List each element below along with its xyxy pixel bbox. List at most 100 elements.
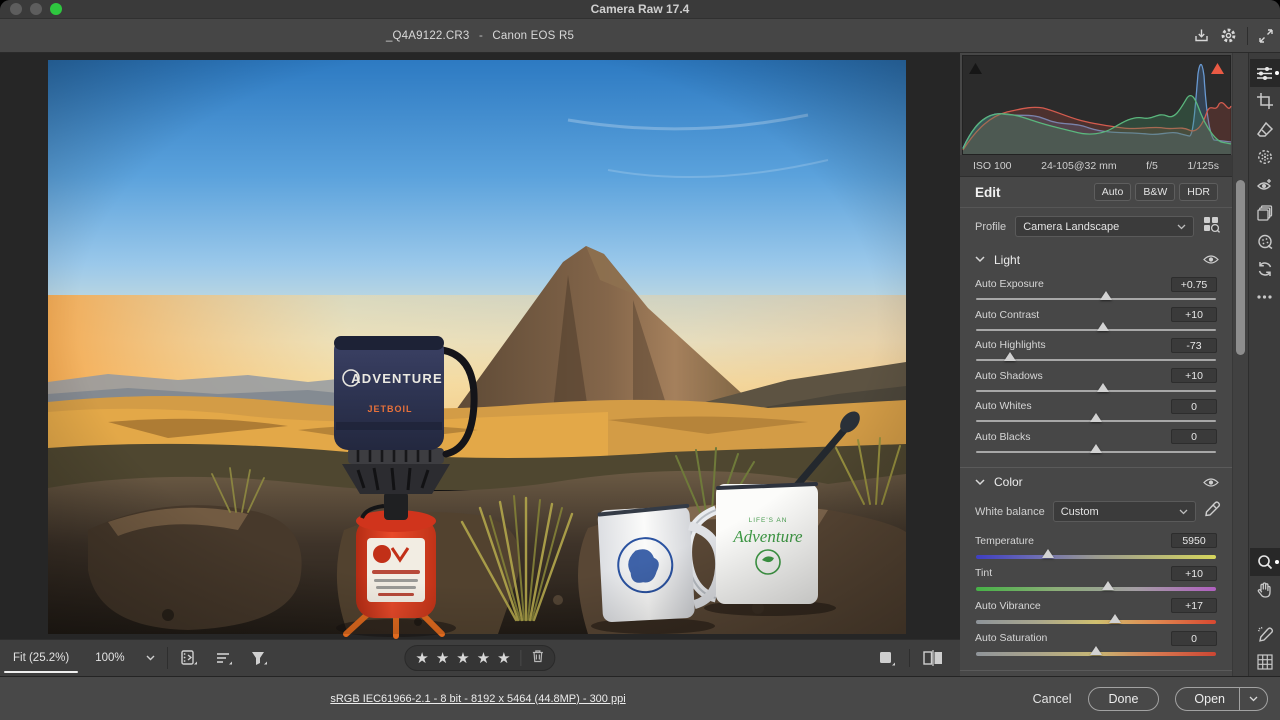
star-icon[interactable]: ★: [415, 651, 428, 666]
cancel-button[interactable]: Cancel: [1033, 692, 1072, 706]
open-options-chevron-icon[interactable]: [1239, 687, 1267, 710]
before-after-icon[interactable]: [914, 650, 952, 666]
scrollbar-thumb[interactable]: [1236, 180, 1245, 355]
zoom-100-tab[interactable]: 100%: [82, 640, 137, 676]
settings-gear-icon[interactable]: [1220, 27, 1237, 44]
slider-track[interactable]: [976, 321, 1216, 331]
slider-track[interactable]: [976, 352, 1216, 362]
filename: _Q4A9122.CR3: [385, 29, 470, 42]
slider-thumb[interactable]: [1099, 291, 1112, 300]
star-icon[interactable]: ★: [436, 651, 449, 666]
healing-tool-button[interactable]: [1250, 115, 1280, 143]
slider-value[interactable]: +10: [1171, 307, 1217, 323]
white-balance-label: White balance: [975, 505, 1045, 518]
photo-scene: ADVENTURE JETBOIL: [48, 60, 906, 639]
slider-thumb[interactable]: [1097, 321, 1110, 331]
slider-track[interactable]: [976, 646, 1216, 657]
edit-panel-title: Edit: [975, 184, 1001, 200]
crop-tool-button[interactable]: [1250, 87, 1280, 115]
slider-value[interactable]: 0: [1171, 429, 1217, 445]
panel-scrollbar[interactable]: [1232, 53, 1248, 676]
filmstrip-toggle-icon[interactable]: [172, 640, 207, 676]
slider-label: Auto Vibrance: [975, 599, 1041, 612]
slider-track[interactable]: [976, 548, 1216, 559]
slider-value[interactable]: -73: [1171, 337, 1217, 353]
auto-button[interactable]: Auto: [1093, 183, 1132, 201]
star-rating: ★ ★ ★ ★ ★: [404, 645, 556, 671]
star-icon[interactable]: ★: [456, 651, 469, 666]
sync-tool-button[interactable]: [1250, 255, 1280, 283]
exif-bar: ISO 100 24-105@32 mm f/5 1/125s: [960, 155, 1232, 177]
hdr-button[interactable]: HDR: [1179, 183, 1218, 201]
workflow-options-link[interactable]: sRGB IEC61966-2.1 - 8 bit - 8192 x 5464 …: [48, 693, 908, 705]
color-section-title[interactable]: Color: [994, 475, 1194, 489]
light-visibility-eye-icon[interactable]: [1203, 254, 1219, 265]
open-button[interactable]: Open: [1175, 686, 1268, 711]
white-balance-eyedropper-icon[interactable]: [1204, 501, 1221, 522]
exif-aperture: f/5: [1146, 159, 1158, 172]
trash-icon[interactable]: [532, 649, 545, 668]
shadow-clipping-icon[interactable]: [969, 61, 982, 79]
photo-preview[interactable]: ADVENTURE JETBOIL: [48, 60, 906, 639]
slider-label: Auto Highlights: [975, 339, 1046, 352]
slider-value[interactable]: +0.75: [1171, 276, 1217, 292]
slider-label: Auto Saturation: [975, 632, 1048, 645]
slider-value[interactable]: +10: [1171, 565, 1217, 581]
more-options-icon[interactable]: [1250, 283, 1280, 311]
fullscreen-icon[interactable]: [1258, 28, 1274, 44]
slider-label: Auto Whites: [975, 400, 1032, 413]
hand-tool-button[interactable]: [1250, 576, 1280, 604]
zoom-tool-button[interactable]: [1249, 548, 1280, 576]
star-icon[interactable]: ★: [477, 651, 490, 666]
grid-overlay-button[interactable]: [1250, 648, 1280, 676]
zoom-fit-tab[interactable]: Fit (25.2%): [0, 640, 82, 676]
bw-button[interactable]: B&W: [1135, 183, 1176, 201]
slider-value[interactable]: 0: [1171, 398, 1217, 414]
profile-select[interactable]: Camera Landscape: [1015, 216, 1194, 237]
sort-order-icon[interactable]: [207, 640, 242, 676]
done-button[interactable]: Done: [1087, 686, 1160, 711]
light-section-title[interactable]: Light: [994, 253, 1194, 267]
slider-track[interactable]: [976, 382, 1216, 392]
slider-thumb[interactable]: [1090, 413, 1102, 423]
slider-track[interactable]: [976, 413, 1216, 423]
slider-value[interactable]: 0: [1171, 630, 1217, 646]
red-eye-tool-button[interactable]: [1250, 171, 1280, 199]
slider-thumb[interactable]: [1003, 352, 1016, 362]
window-title: Camera Raw 17.4: [590, 2, 690, 16]
collapse-color-icon[interactable]: [975, 479, 985, 486]
highlight-clipping-icon[interactable]: [1211, 61, 1224, 79]
zoom-toolbar: Fit (25.2%) 100% ★ ★ ★ ★ ★: [0, 639, 960, 676]
edit-tool-button[interactable]: [1249, 59, 1280, 87]
slider-thumb[interactable]: [1090, 443, 1102, 453]
white-balance-select[interactable]: Custom: [1052, 501, 1196, 523]
adaptive-presets-tool-button[interactable]: [1250, 227, 1280, 255]
slider-track[interactable]: [976, 443, 1216, 453]
white-balance-sampler-button[interactable]: [1250, 620, 1280, 648]
slider-track[interactable]: [976, 581, 1216, 592]
slider-track[interactable]: [976, 291, 1216, 300]
presets-tool-button[interactable]: [1250, 199, 1280, 227]
image-canvas: ADVENTURE JETBOIL: [0, 53, 960, 639]
collapse-light-icon[interactable]: [975, 256, 985, 263]
slider-thumb[interactable]: [1097, 382, 1110, 392]
slider-thumb[interactable]: [1042, 548, 1054, 558]
color-visibility-eye-icon[interactable]: [1203, 477, 1219, 488]
zoom-level-dropdown[interactable]: [138, 640, 163, 676]
masking-tool-button[interactable]: [1250, 143, 1280, 171]
slider-value[interactable]: 5950: [1171, 533, 1217, 549]
slider-thumb[interactable]: [1102, 581, 1114, 591]
slider-value[interactable]: +17: [1171, 598, 1217, 614]
histogram[interactable]: [962, 55, 1232, 155]
slider-track[interactable]: [976, 613, 1216, 624]
exif-shutter: 1/125s: [1187, 159, 1219, 172]
profile-browser-icon[interactable]: [1203, 216, 1221, 237]
preview-mode-icon[interactable]: [869, 650, 905, 667]
slider-thumb[interactable]: [1090, 646, 1102, 656]
slider-thumb[interactable]: [1109, 613, 1122, 623]
export-icon[interactable]: [1193, 27, 1210, 44]
slider-value[interactable]: +10: [1171, 368, 1217, 384]
star-icon[interactable]: ★: [497, 651, 510, 666]
slider-label: Temperature: [975, 534, 1034, 547]
filter-icon[interactable]: [242, 640, 277, 676]
